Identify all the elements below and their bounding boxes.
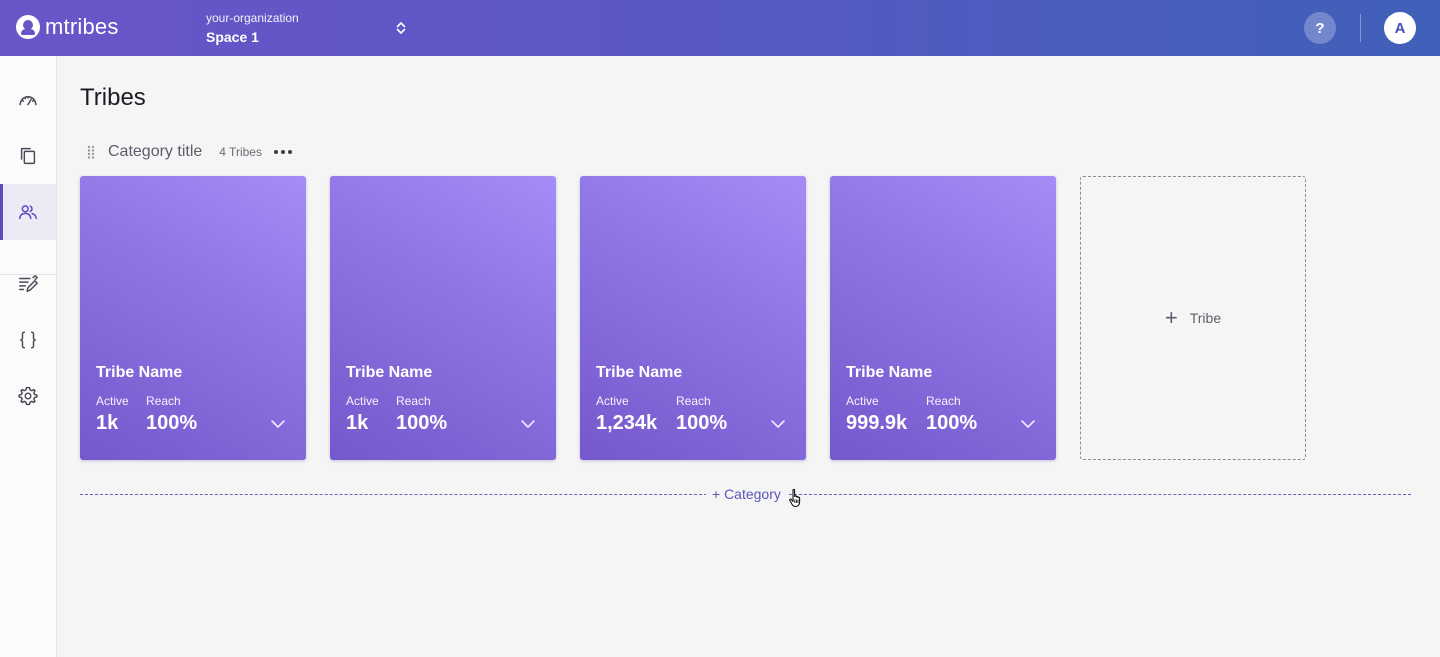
space-selector[interactable]: your-organization Space 1 xyxy=(206,11,299,47)
tribe-name: Tribe Name xyxy=(596,364,683,381)
add-tribe-label: Tribe xyxy=(1189,310,1222,326)
code-braces-icon xyxy=(19,331,37,349)
tribe-card[interactable]: Tribe Name Active 1,234k Reach 100% xyxy=(580,176,806,460)
reach-value: 100% xyxy=(926,412,978,434)
page-title: Tribes xyxy=(80,84,146,111)
top-bar: mtribes your-organization Space 1 ? A xyxy=(0,0,1440,56)
active-label: Active xyxy=(346,394,379,408)
tribe-name: Tribe Name xyxy=(96,364,183,381)
chevron-up-down-icon[interactable] xyxy=(392,19,410,37)
tribe-reach-stat: Reach 100% xyxy=(676,394,727,435)
active-value: 1k xyxy=(96,412,119,434)
hand-pointer-cursor-icon xyxy=(789,488,801,508)
plus-icon: + xyxy=(1164,305,1178,330)
logo[interactable]: mtribes xyxy=(16,12,119,42)
user-avatar[interactable]: A xyxy=(1384,12,1416,44)
tribe-active-stat: Active 999.9k xyxy=(846,394,907,435)
tribe-reach-stat: Reach 100% xyxy=(396,394,447,435)
dashboard-gauge-icon xyxy=(19,96,37,106)
chevron-down-icon[interactable] xyxy=(270,416,286,432)
sidebar-item-tribes[interactable] xyxy=(0,184,56,240)
sidebar-item-code[interactable] xyxy=(0,312,56,368)
tribe-active-stat: Active 1k xyxy=(346,394,379,435)
space-name: Space 1 xyxy=(206,29,259,45)
sidebar xyxy=(0,56,57,657)
reach-label: Reach xyxy=(676,394,711,408)
reach-label: Reach xyxy=(926,394,961,408)
organization-name: your-organization xyxy=(206,11,299,25)
add-tribe-button[interactable]: + Tribe xyxy=(1080,176,1306,460)
gear-icon xyxy=(18,386,38,406)
drag-handle-icon[interactable] xyxy=(86,144,96,160)
active-label: Active xyxy=(846,394,879,408)
header-divider xyxy=(1360,14,1361,42)
tribe-active-stat: Active 1k xyxy=(96,394,129,435)
tribe-card[interactable]: Tribe Name Active 999.9k Reach 100% xyxy=(830,176,1056,460)
logo-icon xyxy=(16,15,40,39)
active-label: Active xyxy=(96,394,129,408)
users-icon xyxy=(19,205,37,220)
edit-list-icon xyxy=(19,275,38,293)
tribe-active-stat: Active 1,234k xyxy=(596,394,657,435)
category-header: Category title 4 Tribes xyxy=(86,140,292,164)
reach-value: 100% xyxy=(396,412,448,434)
more-options-icon[interactable] xyxy=(273,149,292,155)
reach-label: Reach xyxy=(396,394,431,408)
active-label: Active xyxy=(596,394,629,408)
sidebar-item-settings[interactable] xyxy=(0,368,56,424)
tribe-reach-stat: Reach 100% xyxy=(926,394,977,435)
copy-icon xyxy=(20,147,36,165)
chevron-down-icon[interactable] xyxy=(770,416,786,432)
chevron-down-icon[interactable] xyxy=(520,416,536,432)
tribe-card[interactable]: Tribe Name Active 1k Reach 100% xyxy=(330,176,556,460)
reach-value: 100% xyxy=(676,412,728,434)
sidebar-item-dashboard[interactable] xyxy=(0,72,56,128)
logo-text: mtribes xyxy=(45,14,119,39)
tribe-card[interactable]: Tribe Name Active 1k Reach 100% xyxy=(80,176,306,460)
category-tribe-count: 4 Tribes xyxy=(219,145,262,159)
category-title[interactable]: Category title xyxy=(108,143,202,161)
help-button[interactable]: ? xyxy=(1304,12,1336,44)
active-value: 1k xyxy=(346,412,369,434)
active-value: 1,234k xyxy=(596,412,658,434)
reach-value: 100% xyxy=(146,412,198,434)
tribe-reach-stat: Reach 100% xyxy=(146,394,197,435)
sidebar-item-experiences[interactable] xyxy=(0,128,56,184)
reach-label: Reach xyxy=(146,394,181,408)
chevron-down-icon[interactable] xyxy=(1020,416,1036,432)
add-category-button[interactable]: + Category xyxy=(706,486,787,502)
tribe-name: Tribe Name xyxy=(346,364,433,381)
active-value: 999.9k xyxy=(846,412,908,434)
sidebar-item-editor[interactable] xyxy=(0,256,56,312)
tribe-name: Tribe Name xyxy=(846,364,933,381)
